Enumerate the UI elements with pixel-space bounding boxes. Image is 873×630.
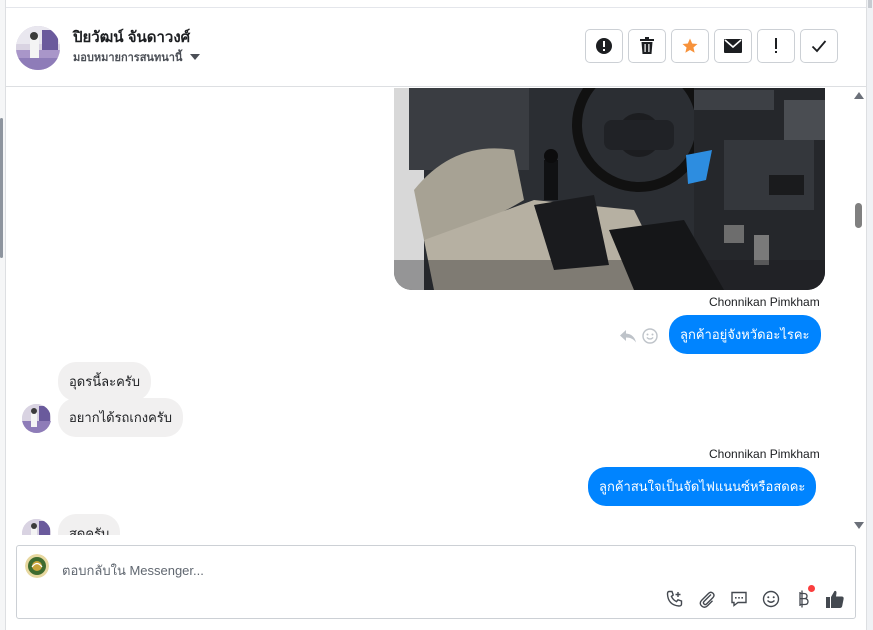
- reply-input[interactable]: ตอบกลับใน Messenger...: [62, 560, 204, 581]
- assign-conversation-dropdown[interactable]: มอบหมายการสนทนานี้: [73, 48, 201, 66]
- baht-icon: [799, 590, 809, 608]
- exclamation-icon: [775, 38, 777, 53]
- scroll-thumb[interactable]: [855, 203, 862, 228]
- notification-dot: [808, 585, 815, 592]
- incoming-message[interactable]: สดครับ: [58, 514, 121, 535]
- left-scroll-thumb[interactable]: [0, 118, 3, 258]
- avatar[interactable]: [22, 519, 51, 535]
- page-avatar: [25, 554, 49, 578]
- caret-down-icon: [190, 54, 201, 60]
- alert-circle-icon: [596, 38, 612, 54]
- composer-toolbar: [665, 585, 845, 609]
- phone-plus-icon: [666, 590, 683, 607]
- thread-scrollbar[interactable]: [851, 88, 867, 535]
- thumbs-up-icon: [826, 590, 844, 608]
- incoming-message[interactable]: อุดรนี้ละครับ: [58, 362, 151, 401]
- like-button[interactable]: [825, 589, 845, 609]
- paperclip-icon: [699, 591, 715, 608]
- payment-button[interactable]: [793, 585, 815, 609]
- mark-done-button[interactable]: [800, 29, 838, 63]
- scroll-down-arrow-icon[interactable]: [854, 522, 864, 529]
- attached-photo[interactable]: [394, 88, 825, 290]
- react-emoji-icon[interactable]: [642, 328, 658, 344]
- star-button[interactable]: [671, 29, 709, 63]
- header-toolbar: [585, 29, 838, 63]
- outgoing-message[interactable]: ลูกค้าอยู่จังหวัดอะไรคะ: [669, 315, 821, 354]
- chat-bubble-icon: [731, 591, 747, 607]
- contact-name: ปิยวัฒน์ จันดาวงศ์: [73, 29, 191, 46]
- message-actions: [620, 328, 658, 344]
- attach-button[interactable]: [697, 589, 717, 609]
- avatar[interactable]: [16, 26, 60, 70]
- smiley-icon: [762, 590, 780, 608]
- page-scrollbar[interactable]: [866, 0, 873, 630]
- incoming-message[interactable]: อยากได้รถเกงครับ: [58, 398, 184, 437]
- outgoing-message[interactable]: ลูกค้าสนใจเป็นจัดไฟแนนซ์หรือสดคะ: [588, 467, 817, 506]
- sender-label: Chonnikan Pimkham: [709, 447, 820, 461]
- trash-icon: [640, 37, 654, 54]
- scroll-up-arrow-icon[interactable]: [854, 92, 864, 99]
- spam-button[interactable]: [585, 29, 623, 63]
- star-icon: [682, 38, 698, 53]
- sender-label: Chonnikan Pimkham: [709, 295, 820, 309]
- emoji-button[interactable]: [761, 589, 781, 609]
- messenger-inbox-frame: ปิยวัฒน์ จันดาวงศ์ มอบหมายการสนทนานี้ Ch…: [0, 0, 873, 630]
- reply-icon[interactable]: [620, 329, 636, 343]
- page-scroll-thumb[interactable]: [868, 0, 872, 8]
- avatar[interactable]: [22, 404, 51, 433]
- mark-unread-button[interactable]: [714, 29, 752, 63]
- delete-button[interactable]: [628, 29, 666, 63]
- assign-label: มอบหมายการสนทนานี้: [73, 52, 183, 64]
- conversation-header: ปิยวัฒน์ จันดาวงศ์ มอบหมายการสนทนานี้: [6, 7, 866, 87]
- reply-composer: ตอบกลับใน Messenger...: [16, 545, 856, 619]
- envelope-icon: [724, 39, 742, 53]
- saved-replies-button[interactable]: [729, 589, 749, 609]
- check-icon: [811, 40, 827, 53]
- follow-up-button[interactable]: [757, 29, 795, 63]
- message-thread[interactable]: Chonnikan Pimkham ลูกค้าอยู่จังหวัดอะไรค…: [6, 88, 854, 535]
- call-button[interactable]: [665, 589, 685, 609]
